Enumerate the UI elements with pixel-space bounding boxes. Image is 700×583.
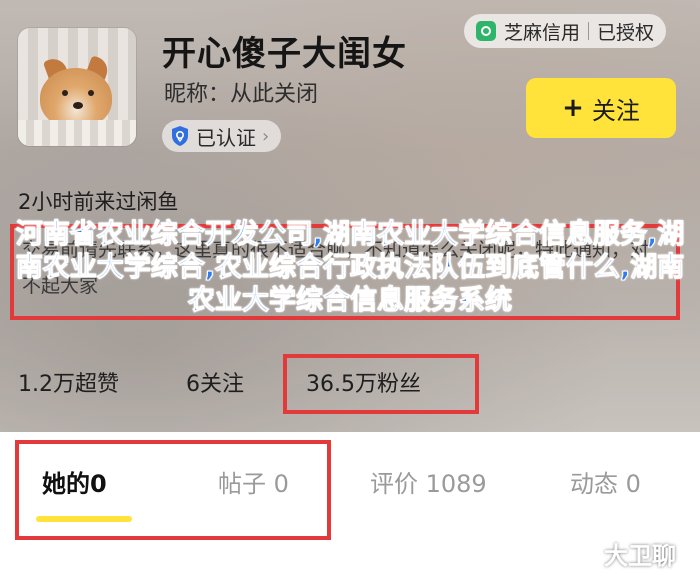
profile-nickname: 昵称：从此关闭 — [164, 82, 319, 107]
dog-eye-left — [62, 90, 68, 96]
sesame-status: 已授权 — [597, 21, 655, 44]
verified-badge[interactable]: 已认证 › — [162, 120, 282, 152]
stat-follows[interactable]: 6关注 — [186, 366, 244, 398]
dog-eye-right — [88, 90, 94, 96]
highlight-box-tab — [15, 440, 331, 540]
follow-label: 关注 — [591, 96, 640, 125]
overlay-caption: 河南省农业综合开发公司,湖南农业大学综合信息服务,湖南农业大学综合,农业综合行政… — [15, 219, 685, 317]
highlight-box-fans — [283, 354, 479, 414]
watermark-text: 大卫聊 — [604, 542, 676, 570]
avatar[interactable] — [18, 28, 136, 146]
last-seen-text: 2小时前来过闲鱼 — [18, 190, 179, 214]
verified-label: 已认证 — [196, 125, 256, 150]
profile-title: 开心傻子大闺女 — [162, 34, 407, 74]
sesame-label: 芝麻信用 — [504, 21, 581, 44]
stat-likes[interactable]: 1.2万超赞 — [18, 366, 119, 398]
sesame-credit-badge[interactable]: 芝麻信用 已授权 — [464, 14, 667, 48]
shield-icon — [172, 126, 188, 146]
sesame-divider — [588, 22, 590, 40]
chevron-right-icon: › — [262, 125, 270, 147]
dog-nose — [73, 102, 83, 109]
plus-icon: + — [562, 93, 584, 123]
tab-moments[interactable]: 动态 0 — [570, 464, 641, 499]
dog-face — [40, 68, 112, 128]
tab-reviews[interactable]: 评价 1089 — [370, 464, 487, 499]
follow-button[interactable]: + 关注 — [526, 78, 676, 138]
blanket — [18, 120, 136, 146]
sesame-credit-icon — [476, 21, 496, 41]
